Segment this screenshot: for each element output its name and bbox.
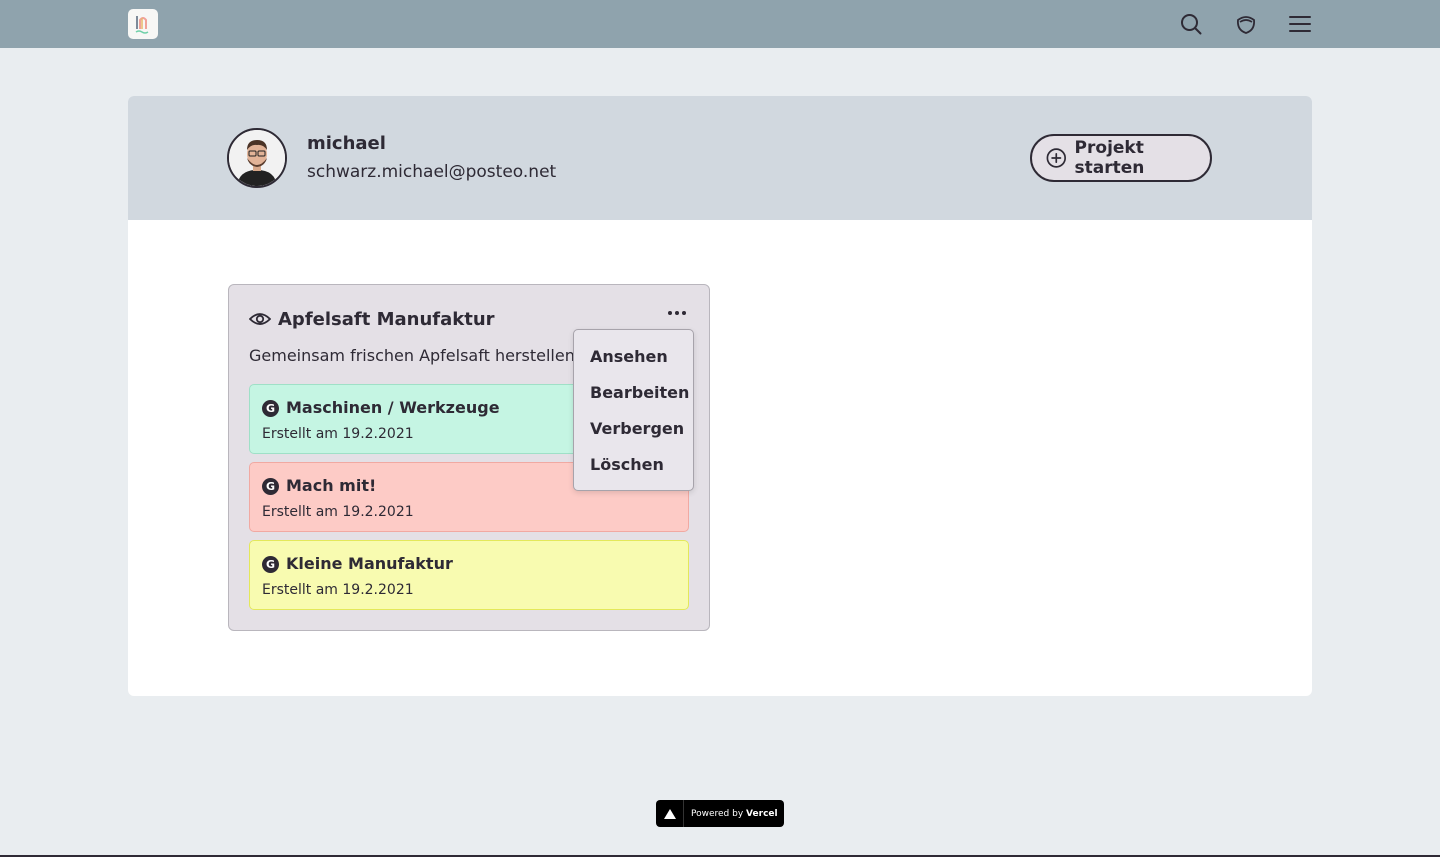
group-date: Erstellt am 19.2.2021 <box>262 426 414 442</box>
user-name: michael <box>307 133 386 154</box>
group-date: Erstellt am 19.2.2021 <box>262 582 414 598</box>
plus-circle-icon <box>1046 148 1066 168</box>
start-project-label: Projekt starten <box>1074 138 1145 178</box>
search-icon[interactable] <box>1179 12 1203 36</box>
project-description: Gemeinsam frischen Apfelsaft herstellen. <box>249 346 580 365</box>
logo-icon <box>135 16 149 34</box>
menu-item-edit[interactable]: Bearbeiten <box>590 383 689 402</box>
menu-item-delete[interactable]: Löschen <box>590 455 664 474</box>
group-title: Maschinen / Werkzeuge <box>286 398 500 417</box>
eye-icon <box>249 313 271 325</box>
group-badge: G <box>262 400 279 417</box>
group-date: Erstellt am 19.2.2021 <box>262 504 414 520</box>
menu-item-view[interactable]: Ansehen <box>590 347 668 366</box>
group-title: Kleine Manufaktur <box>286 554 453 573</box>
group-card[interactable]: G Kleine Manufaktur Erstellt am 19.2.202… <box>249 540 689 610</box>
vercel-text: Powered by Vercel <box>684 809 778 819</box>
vercel-triangle-icon <box>656 800 684 827</box>
app-logo[interactable] <box>128 9 158 39</box>
more-options-button[interactable] <box>666 303 688 323</box>
group-title: Mach mit! <box>286 476 377 495</box>
group-badge: G <box>262 478 279 495</box>
powered-by-prefix: Powered by <box>691 808 744 819</box>
top-navigation-bar <box>0 0 1440 48</box>
wallet-icon[interactable] <box>1234 12 1258 36</box>
menu-icon[interactable] <box>1288 12 1312 36</box>
menu-item-hide[interactable]: Verbergen <box>590 419 684 438</box>
group-badge: G <box>262 556 279 573</box>
project-context-menu: Ansehen Bearbeiten Verbergen Löschen <box>573 329 694 491</box>
user-email: schwarz.michael@posteo.net <box>307 162 557 182</box>
profile-header: michael schwarz.michael@posteo.net Proje… <box>128 96 1312 220</box>
project-title[interactable]: Apfelsaft Manufaktur <box>278 309 495 330</box>
more-horizontal-icon <box>668 311 686 315</box>
profile-panel: michael schwarz.michael@posteo.net Proje… <box>128 96 1312 696</box>
avatar <box>227 128 287 188</box>
vercel-brand: Vercel <box>746 808 778 819</box>
start-project-button[interactable]: Projekt starten <box>1030 134 1212 182</box>
powered-by-vercel-badge[interactable]: Powered by Vercel <box>656 800 784 827</box>
